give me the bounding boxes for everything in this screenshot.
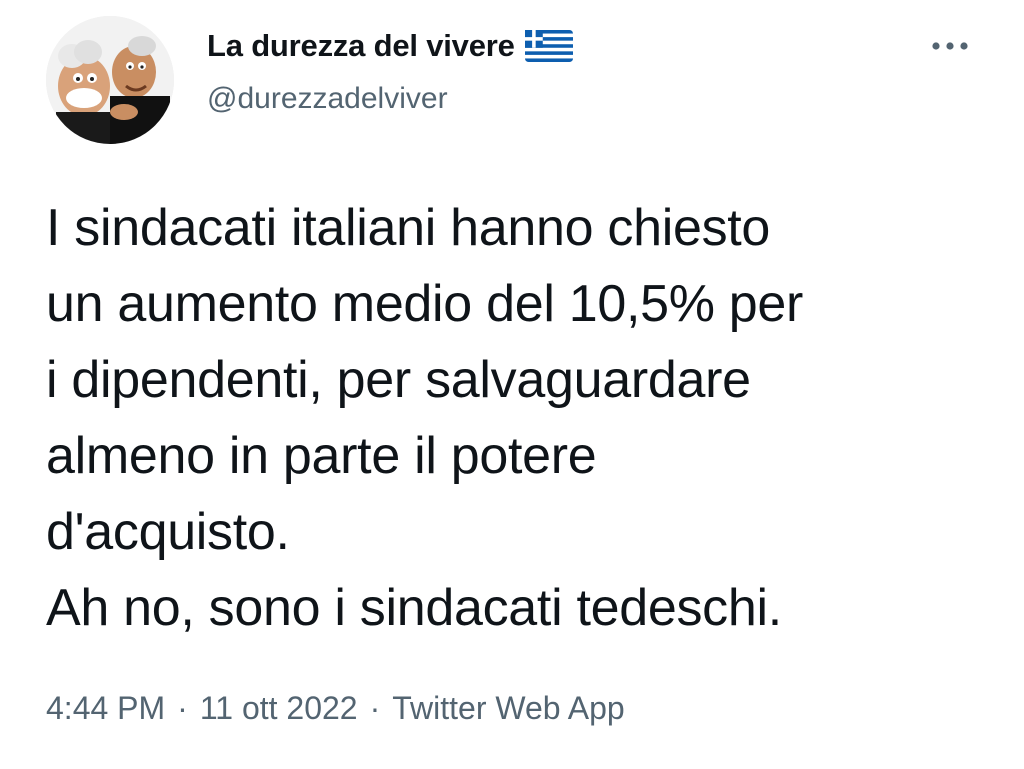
greek-flag-icon xyxy=(524,29,573,63)
tweet-time[interactable]: 4:44 PM xyxy=(46,690,165,727)
more-options-button[interactable] xyxy=(926,28,974,64)
author-block: La durezza del vivere @durezzadelviver xyxy=(207,24,573,116)
display-name[interactable]: La durezza del vivere xyxy=(207,28,515,64)
tweet-meta: 4:44 PM · 11 ott 2022 · Twitter Web App xyxy=(46,690,625,727)
meta-separator: · xyxy=(369,690,381,726)
avatar-image xyxy=(46,16,174,144)
avatar[interactable] xyxy=(46,16,174,144)
tweet-text: I sindacati italiani hanno chiesto un au… xyxy=(46,199,804,637)
tweet-card: La durezza del vivere @durezzadelviver I… xyxy=(0,0,1024,769)
tweet-source[interactable]: Twitter Web App xyxy=(392,690,624,727)
meta-separator: · xyxy=(177,690,188,726)
user-handle[interactable]: @durezzadelviver xyxy=(207,82,573,116)
more-dots-icon xyxy=(932,42,968,50)
tweet-date[interactable]: 11 ott 2022 xyxy=(200,690,358,727)
display-name-row: La durezza del vivere xyxy=(207,24,573,68)
